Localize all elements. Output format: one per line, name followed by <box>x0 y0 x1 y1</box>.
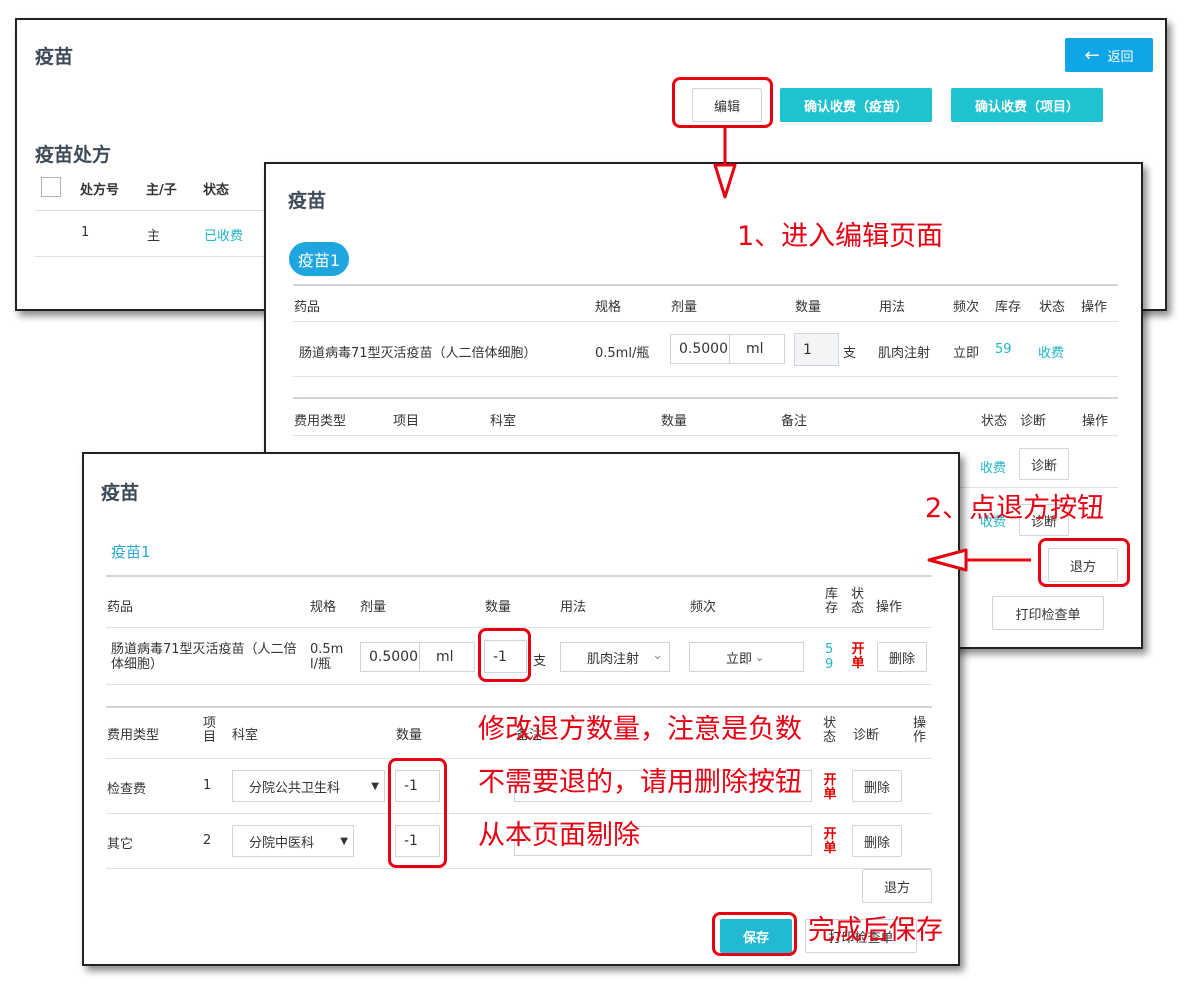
annotation-note1: 修改退方数量，注意是负数 <box>478 714 802 745</box>
col-freq: 频次 <box>953 300 980 315</box>
annotation-arrow-left <box>926 546 1031 574</box>
qty-unit: 支 <box>843 346 857 361</box>
col-diag: 诊断 <box>853 728 880 743</box>
col-status: 状态 <box>203 183 230 198</box>
print-checklist-button[interactable]: 打印检查单 <box>992 596 1104 630</box>
chevron-down-icon: ⌄ <box>652 648 663 663</box>
refund-button[interactable]: 退方 <box>862 869 932 903</box>
col-status: 状态 <box>1039 300 1066 315</box>
col-drug: 药品 <box>107 600 134 615</box>
dose-input[interactable]: 0.5000 ml <box>670 334 785 364</box>
diagnose-button[interactable]: 诊断 <box>1019 448 1069 480</box>
tab-vaccine1[interactable]: 疫苗1 <box>289 242 349 276</box>
drug-spec: 0.5ml/瓶 <box>310 642 344 672</box>
col-prescription-no: 处方号 <box>80 183 120 198</box>
confirm-vaccine-fee-button[interactable]: 确认收费（疫苗） <box>780 88 932 122</box>
col-note: 备注 <box>781 414 808 429</box>
col-fee-status: 状态 <box>823 716 837 745</box>
col-stock: 库存 <box>995 300 1022 315</box>
col-fee-status: 状态 <box>981 414 1008 429</box>
freq-select[interactable]: 立即 ⌄ <box>689 642 804 672</box>
col-item: 项目 <box>393 414 420 429</box>
drug-stock: 59 <box>825 642 834 672</box>
col-dose: 剂量 <box>671 300 698 315</box>
annotation-arrow-down <box>713 127 737 199</box>
dept-select[interactable]: 分院中医科 ▼ <box>232 825 354 857</box>
annotation-note3: 从本页面剔除 <box>478 820 640 851</box>
col-stock: 库存 <box>825 587 839 616</box>
col-status: 状态 <box>851 587 865 616</box>
col-fee-op: 操作 <box>1082 414 1109 429</box>
col-spec: 规格 <box>310 600 337 615</box>
drug-name: 肠道病毒71型灭活疫苗（人二倍体细胞） <box>111 642 297 672</box>
col-item: 项目 <box>203 716 217 745</box>
annotation-step1: 1、进入编辑页面 <box>737 221 944 252</box>
chevron-down-icon: ⌄ <box>755 650 765 664</box>
page-title: 疫苗 <box>35 46 74 68</box>
col-dose: 剂量 <box>360 600 387 615</box>
delete-button[interactable]: 删除 <box>852 825 902 857</box>
caret-down-icon: ▼ <box>340 835 348 847</box>
highlight-drug-quantity <box>478 628 531 682</box>
annotation-step2: 2、点退方按钮 <box>925 493 1105 524</box>
col-op: 操作 <box>1081 300 1108 315</box>
row-status: 已收费 <box>204 229 244 244</box>
delete-button[interactable]: 删除 <box>877 642 927 672</box>
highlight-refund-button <box>1038 538 1130 587</box>
back-button[interactable]: ← 返回 <box>1065 38 1153 72</box>
col-spec: 规格 <box>595 300 622 315</box>
drug-status[interactable]: 收费 <box>1038 342 1064 361</box>
highlight-save-button <box>712 912 797 956</box>
dose-input[interactable]: 0.5000 ml <box>360 642 475 672</box>
col-usage: 用法 <box>879 300 906 315</box>
annotation-note2: 不需要退的，请用删除按钮 <box>478 767 802 798</box>
fee-row2-item: 2 <box>203 833 212 848</box>
row-prescription-no: 1 <box>81 225 90 240</box>
drug-name: 肠道病毒71型灭活疫苗（人二倍体细胞） <box>299 346 537 361</box>
drug-stock: 59 <box>995 342 1012 357</box>
quantity-input[interactable]: 1 <box>794 333 839 366</box>
fee-row1-type: 检查费 <box>107 782 147 797</box>
panel-title: 疫苗 <box>101 482 140 504</box>
drug-freq: 立即 <box>953 346 980 361</box>
col-fee-type: 费用类型 <box>294 414 347 429</box>
qty-unit: 支 <box>533 654 547 669</box>
prescription-section-title: 疫苗处方 <box>35 144 112 166</box>
col-qty: 数量 <box>485 600 512 615</box>
col-fee-qty: 数量 <box>396 728 423 743</box>
fee-row1-item: 1 <box>203 778 212 793</box>
delete-button[interactable]: 删除 <box>852 770 902 802</box>
fee-row1-status: 收费 <box>980 461 1007 476</box>
col-diag: 诊断 <box>1020 414 1047 429</box>
panel-title: 疫苗 <box>288 190 327 212</box>
fee-row2-type: 其它 <box>107 837 134 852</box>
highlight-fee-quantities <box>388 758 447 868</box>
col-fee-qty: 数量 <box>661 414 688 429</box>
col-freq: 频次 <box>690 600 717 615</box>
confirm-item-fee-button[interactable]: 确认收费（项目） <box>951 88 1103 122</box>
dept-select[interactable]: 分院公共卫生科 ▼ <box>232 770 385 802</box>
fee-row2-status: 开单 <box>823 827 837 856</box>
drug-status: 开单 <box>851 642 865 671</box>
col-qty: 数量 <box>795 300 822 315</box>
fee-row1-status: 开单 <box>823 773 837 802</box>
col-dept: 科室 <box>232 728 259 743</box>
drug-usage: 肌肉注射 <box>878 346 931 361</box>
col-usage: 用法 <box>560 600 587 615</box>
arrow-left-icon: ← <box>1084 44 1100 66</box>
highlight-edit-button <box>672 77 773 128</box>
usage-select[interactable]: 肌肉注射 ⌄ <box>560 642 670 672</box>
select-all-checkbox[interactable] <box>41 177 61 197</box>
col-main-sub: 主/子 <box>146 183 177 198</box>
col-op: 操作 <box>876 600 903 615</box>
col-fee-op: 操作 <box>913 716 927 745</box>
col-drug: 药品 <box>294 300 321 315</box>
tab-vaccine1[interactable]: 疫苗1 <box>111 541 151 562</box>
col-dept: 科室 <box>490 414 517 429</box>
drug-spec: 0.5ml/瓶 <box>595 346 650 361</box>
annotation-note4: 完成后保存 <box>808 915 943 946</box>
row-main-sub: 主 <box>147 229 161 244</box>
caret-down-icon: ▼ <box>371 780 379 792</box>
col-fee-type: 费用类型 <box>107 728 160 743</box>
